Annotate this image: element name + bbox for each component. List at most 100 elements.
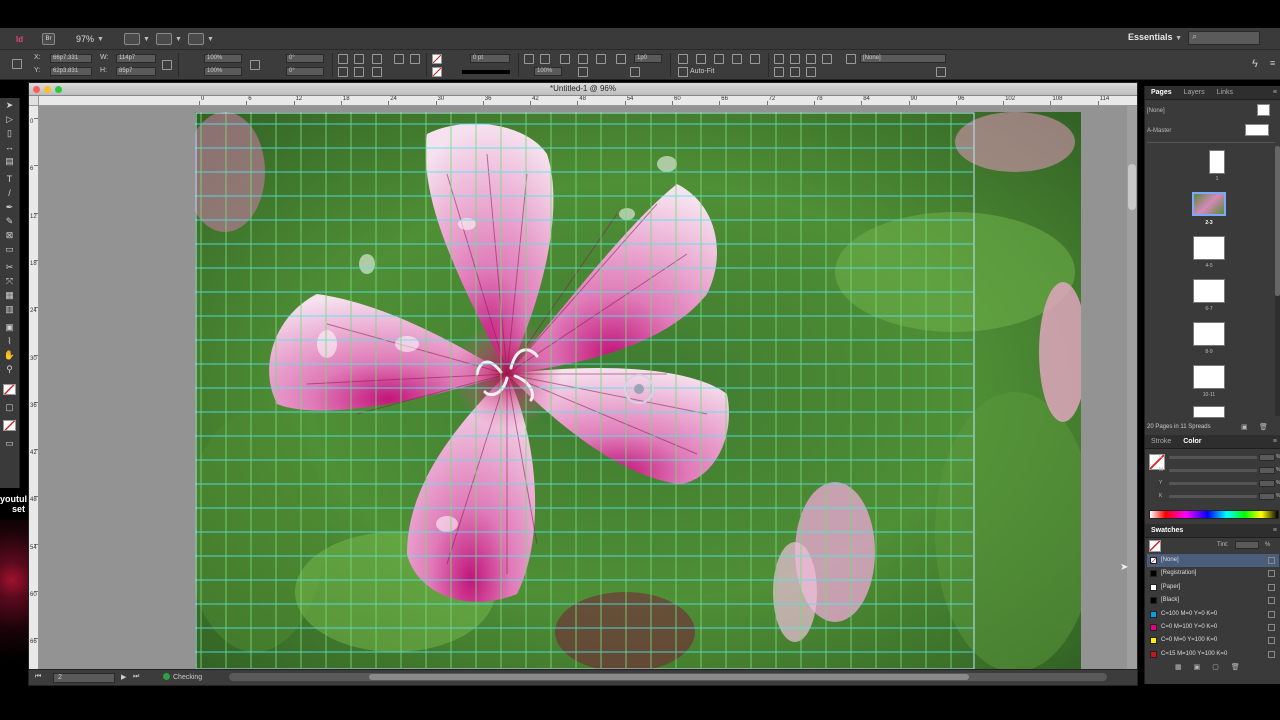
vertical-scrollbar[interactable]	[1127, 106, 1137, 669]
fill-frame-proportionally-icon[interactable]	[696, 54, 706, 64]
select-previous-icon[interactable]	[394, 54, 404, 64]
line-tool-icon[interactable]: /	[3, 188, 16, 199]
align-top-edges-icon[interactable]	[822, 54, 832, 64]
horizontal-scroll-thumb[interactable]	[369, 674, 969, 680]
select-next-icon[interactable]	[410, 54, 420, 64]
magenta-slider[interactable]	[1169, 469, 1257, 472]
tab-color[interactable]: Color	[1177, 438, 1207, 445]
fill-none-swatch[interactable]	[432, 54, 442, 64]
page-thumb-1[interactable]	[1209, 150, 1225, 174]
panel-menu-icon[interactable]: ≡	[1270, 58, 1275, 68]
yellow-slider[interactable]	[1169, 482, 1257, 485]
page-thumb-8-9[interactable]	[1193, 322, 1225, 346]
height-field[interactable]: 85p7	[116, 67, 156, 76]
screen-mode-icon[interactable]: ▭	[3, 438, 16, 449]
gap-field[interactable]: 1p0	[634, 54, 662, 63]
panel-menu-icon[interactable]: ≡	[1273, 527, 1277, 534]
tab-swatches[interactable]: Swatches	[1145, 527, 1189, 534]
align-horizontal-centers-icon[interactable]	[790, 54, 800, 64]
pencil-tool-icon[interactable]: ✎	[3, 216, 16, 227]
fit-frame-to-content-icon[interactable]	[732, 54, 742, 64]
select-container-icon[interactable]	[338, 67, 348, 77]
show-all-swatches-icon[interactable]: ▦	[1175, 664, 1194, 671]
swatch-row[interactable]: [Registration]	[1147, 567, 1279, 580]
corner-options-icon[interactable]	[630, 67, 640, 77]
distribute-left-icon[interactable]	[774, 67, 784, 77]
horizontal-scrollbar[interactable]	[229, 673, 1107, 681]
distribute-center-icon[interactable]	[790, 67, 800, 77]
auto-fit-checkbox[interactable]	[678, 67, 688, 77]
panel-menu-icon[interactable]: ≡	[1273, 438, 1277, 445]
preflight-status[interactable]: Checking	[163, 673, 202, 681]
eyedropper-icon[interactable]: ⌇	[3, 336, 16, 347]
page-thumb-next[interactable]	[1193, 406, 1225, 418]
rotate-ccw-icon[interactable]	[354, 54, 364, 64]
drop-shadow-icon[interactable]	[540, 54, 550, 64]
black-value[interactable]	[1259, 493, 1275, 500]
rotation-field[interactable]: 0°	[286, 54, 324, 63]
pen-tool-icon[interactable]: ✒	[3, 202, 16, 213]
fitting-frame-icon[interactable]	[616, 54, 626, 64]
black-slider[interactable]	[1169, 495, 1257, 498]
free-transform-icon[interactable]: ⤧	[3, 276, 16, 287]
wrap-around-icon[interactable]	[578, 67, 588, 77]
cyan-value[interactable]	[1259, 454, 1275, 461]
yellow-value[interactable]	[1259, 480, 1275, 487]
fx-icon[interactable]	[560, 54, 570, 64]
rectangle-tool-icon[interactable]: ▭	[3, 244, 16, 255]
page-tool-icon[interactable]: ▯	[3, 128, 16, 139]
select-content-icon[interactable]	[354, 67, 364, 77]
distribute-right-icon[interactable]	[806, 67, 816, 77]
cyan-slider[interactable]	[1169, 456, 1257, 459]
scale-x-field[interactable]: 100%	[204, 54, 242, 63]
swatch-fill-icon[interactable]	[1149, 540, 1161, 552]
color-spectrum[interactable]	[1149, 510, 1279, 519]
reference-point-icon[interactable]	[12, 59, 22, 69]
stroke-none-swatch[interactable]	[432, 67, 442, 77]
clear-overrides-icon[interactable]	[936, 67, 946, 77]
swatch-row[interactable]: [Black]	[1147, 594, 1279, 607]
align-right-edges-icon[interactable]	[806, 54, 816, 64]
link-scale-icon[interactable]	[250, 60, 260, 70]
tab-links[interactable]: Links	[1211, 89, 1239, 96]
new-color-group-icon[interactable]: ▣	[1194, 664, 1213, 671]
horizontal-ruler[interactable]: 0 6 12 18 24 30 36 42 48 54 60 66 72 78 84 90 96 102 108 11…	[39, 96, 1137, 106]
stroke-type-preview[interactable]	[462, 70, 510, 74]
formatting-container-icon[interactable]: ▢	[3, 402, 16, 413]
gap-tool-icon[interactable]: ↔	[3, 142, 16, 153]
swatch-row[interactable]: C=0 M=100 Y=0 K=0	[1147, 621, 1279, 634]
apply-none-icon[interactable]	[3, 420, 16, 431]
a-master-thumb[interactable]	[1245, 124, 1269, 136]
object-style-dropdown[interactable]: [None]	[860, 54, 946, 63]
scissors-icon[interactable]: ✂	[3, 262, 16, 273]
none-master-thumb[interactable]	[1257, 104, 1270, 116]
ruler-origin[interactable]	[29, 96, 39, 106]
tab-layers[interactable]: Layers	[1178, 89, 1211, 96]
page-thumb-10-11[interactable]	[1193, 365, 1225, 389]
flip-horizontal-icon[interactable]	[372, 54, 382, 64]
fit-content-to-frame-icon[interactable]	[714, 54, 724, 64]
center-content-icon[interactable]	[750, 54, 760, 64]
page-thumb-4-5[interactable]	[1193, 236, 1225, 260]
page-thumb-2-3[interactable]	[1192, 192, 1226, 216]
width-field[interactable]: 114p7	[116, 54, 156, 63]
gradient-feather-icon[interactable]: ▥	[3, 304, 16, 315]
trash-icon[interactable]: 🗑	[1259, 423, 1268, 431]
swatch-row[interactable]: C=0 M=0 Y=100 K=0	[1147, 634, 1279, 647]
search-field[interactable]: ⌕	[1188, 31, 1260, 45]
tab-stroke[interactable]: Stroke	[1145, 438, 1177, 445]
gradient-swatch-icon[interactable]: ▦	[3, 290, 16, 301]
rectangle-frame-icon[interactable]: ⊠	[3, 230, 16, 241]
text-tool-icon[interactable]: T	[3, 174, 16, 185]
flip-vertical-icon[interactable]	[372, 67, 382, 77]
page-number-field[interactable]: 2	[53, 673, 115, 683]
placed-image-frame[interactable]	[195, 112, 1081, 672]
new-page-icon[interactable]: ▣	[1241, 423, 1248, 431]
next-page-icon[interactable]: ▶	[121, 673, 126, 681]
swatch-row[interactable]: C=15 M=100 Y=100 K=0	[1147, 648, 1279, 661]
zoom-icon[interactable]: ⚲	[3, 364, 16, 375]
fill-stroke-icon[interactable]	[3, 384, 16, 395]
align-left-edges-icon[interactable]	[774, 54, 784, 64]
view-options-button[interactable]: ▼	[124, 32, 150, 46]
fit-content-proportionally-icon[interactable]	[678, 54, 688, 64]
